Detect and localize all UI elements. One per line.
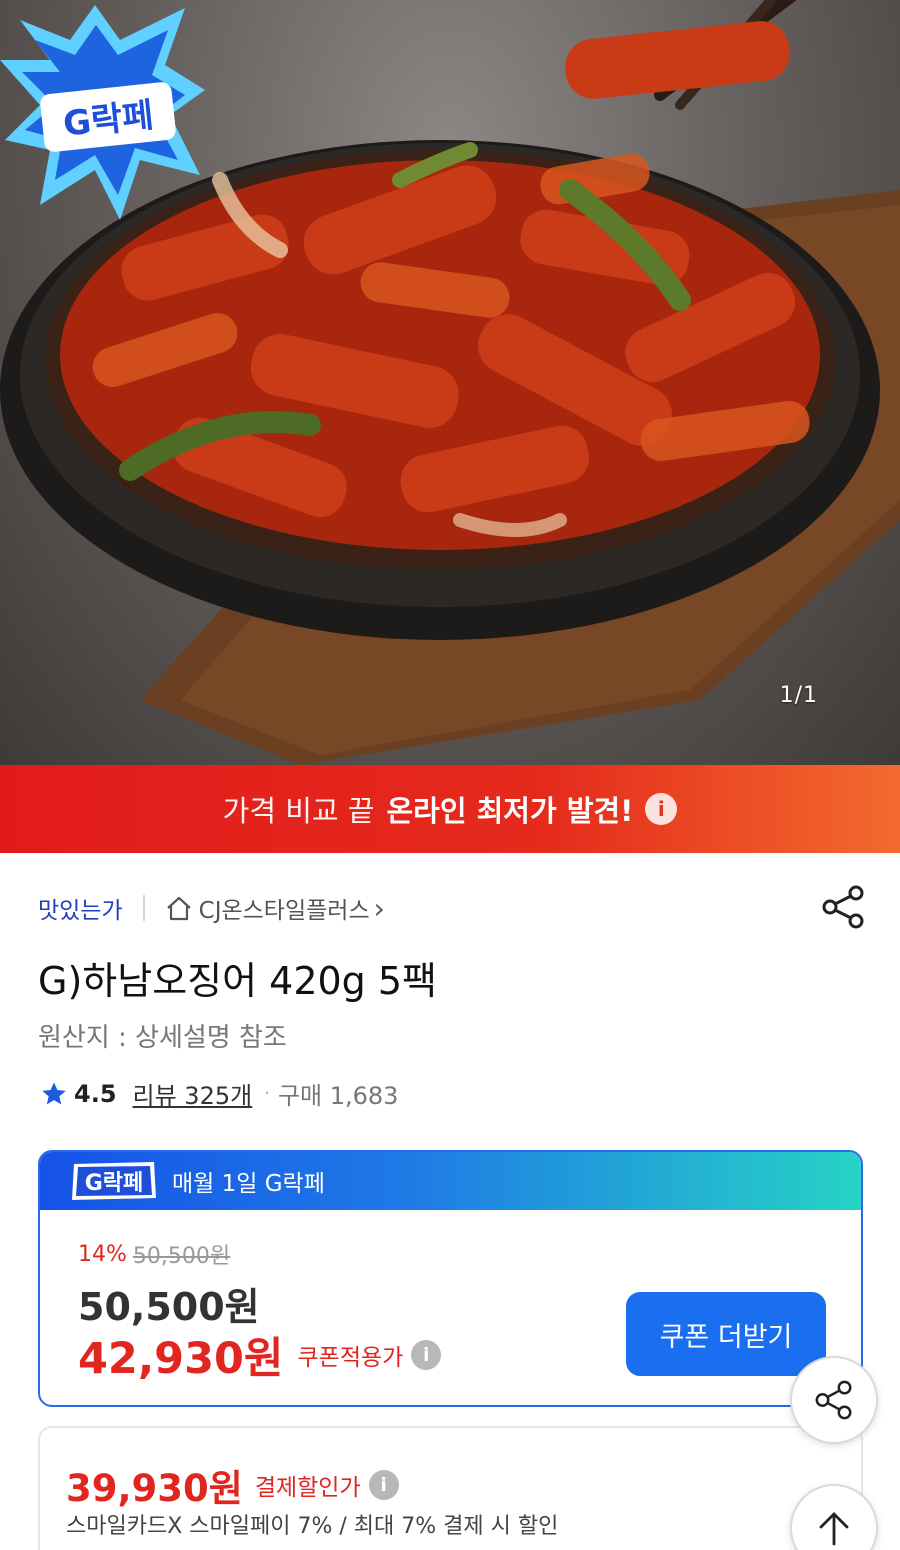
product-title: G)하남오징어 420g 5팩	[38, 959, 438, 1003]
star-icon	[42, 1081, 66, 1104]
coupon-price: 42,930원	[78, 1334, 284, 1384]
payment-description: 스마일카드X 스마일페이 7% / 최대 7% 결제 시 할인	[66, 1514, 559, 1539]
payment-discount-card[interactable]: 39,930원 결제할인가 i 스마일카드X 스마일페이 7% / 최대 7% …	[38, 1426, 863, 1550]
arrow-up-icon	[819, 1512, 849, 1546]
price-card-header: G락페 매월 1일 G락페	[40, 1152, 861, 1210]
promo-light-text: 가격 비교 끝	[222, 794, 375, 828]
payment-price-row: 39,930원 결제할인가 i	[66, 1458, 399, 1512]
info-icon[interactable]: i	[411, 1340, 442, 1370]
store-row: 맛있는가 CJ온스타일플러스 ›	[38, 888, 385, 928]
product-image[interactable]: G락페 1/1	[0, 0, 900, 765]
rating-value: 4.5	[74, 1079, 117, 1108]
discount-percent: 14%	[78, 1241, 127, 1267]
info-icon[interactable]: i	[645, 793, 678, 825]
lowest-price-banner[interactable]: 가격 비교 끝 온라인 최저가 발견! i	[0, 765, 900, 853]
divider	[142, 895, 145, 921]
price-card: G락페 매월 1일 G락페 14% 50,500원 50,500원 42,930…	[38, 1150, 863, 1407]
svg-text:G락페: G락페	[85, 1171, 144, 1196]
payment-price: 39,930원	[66, 1467, 243, 1510]
store-name-link[interactable]: 맛있는가	[38, 891, 123, 925]
rating-row: 4.5 리뷰 325개 · 구매 1,683	[40, 1076, 398, 1111]
glapae-mini-badge-icon: G락페	[72, 1162, 156, 1200]
info-icon[interactable]: i	[368, 1470, 399, 1500]
promo-strong-text: 온라인 최저가 발견!	[386, 794, 634, 828]
glapae-badge-icon: G락페	[0, 5, 205, 220]
purchase-count: 구매 1,683	[277, 1082, 399, 1110]
image-page-indicator: 1/1	[779, 683, 818, 708]
separator-dot: ·	[264, 1083, 270, 1104]
header-text: 매월 1일 G락페	[172, 1171, 325, 1197]
seller-link[interactable]: CJ온스타일플러스 ›	[165, 891, 385, 925]
product-origin: 원산지 : 상세설명 참조	[38, 1023, 287, 1053]
original-price: 50,500원	[132, 1244, 231, 1269]
chevron-right-icon: ›	[373, 891, 385, 925]
get-more-coupons-button[interactable]: 쿠폰 더받기	[626, 1292, 826, 1376]
floating-share-button[interactable]	[790, 1356, 878, 1444]
share-icon	[815, 1380, 852, 1420]
sale-price: 50,500원	[78, 1285, 260, 1329]
coupon-price-row: 42,930원 쿠폰적용가 i	[78, 1324, 442, 1386]
coupon-price-label: 쿠폰적용가	[297, 1345, 404, 1371]
discount-row: 14% 50,500원	[78, 1238, 230, 1270]
payment-price-label: 결제할인가	[254, 1475, 361, 1501]
share-icon[interactable]	[820, 884, 866, 930]
seller-name: CJ온스타일플러스	[198, 898, 370, 924]
home-icon	[166, 896, 191, 921]
review-link[interactable]: 리뷰 325개	[133, 1076, 253, 1111]
